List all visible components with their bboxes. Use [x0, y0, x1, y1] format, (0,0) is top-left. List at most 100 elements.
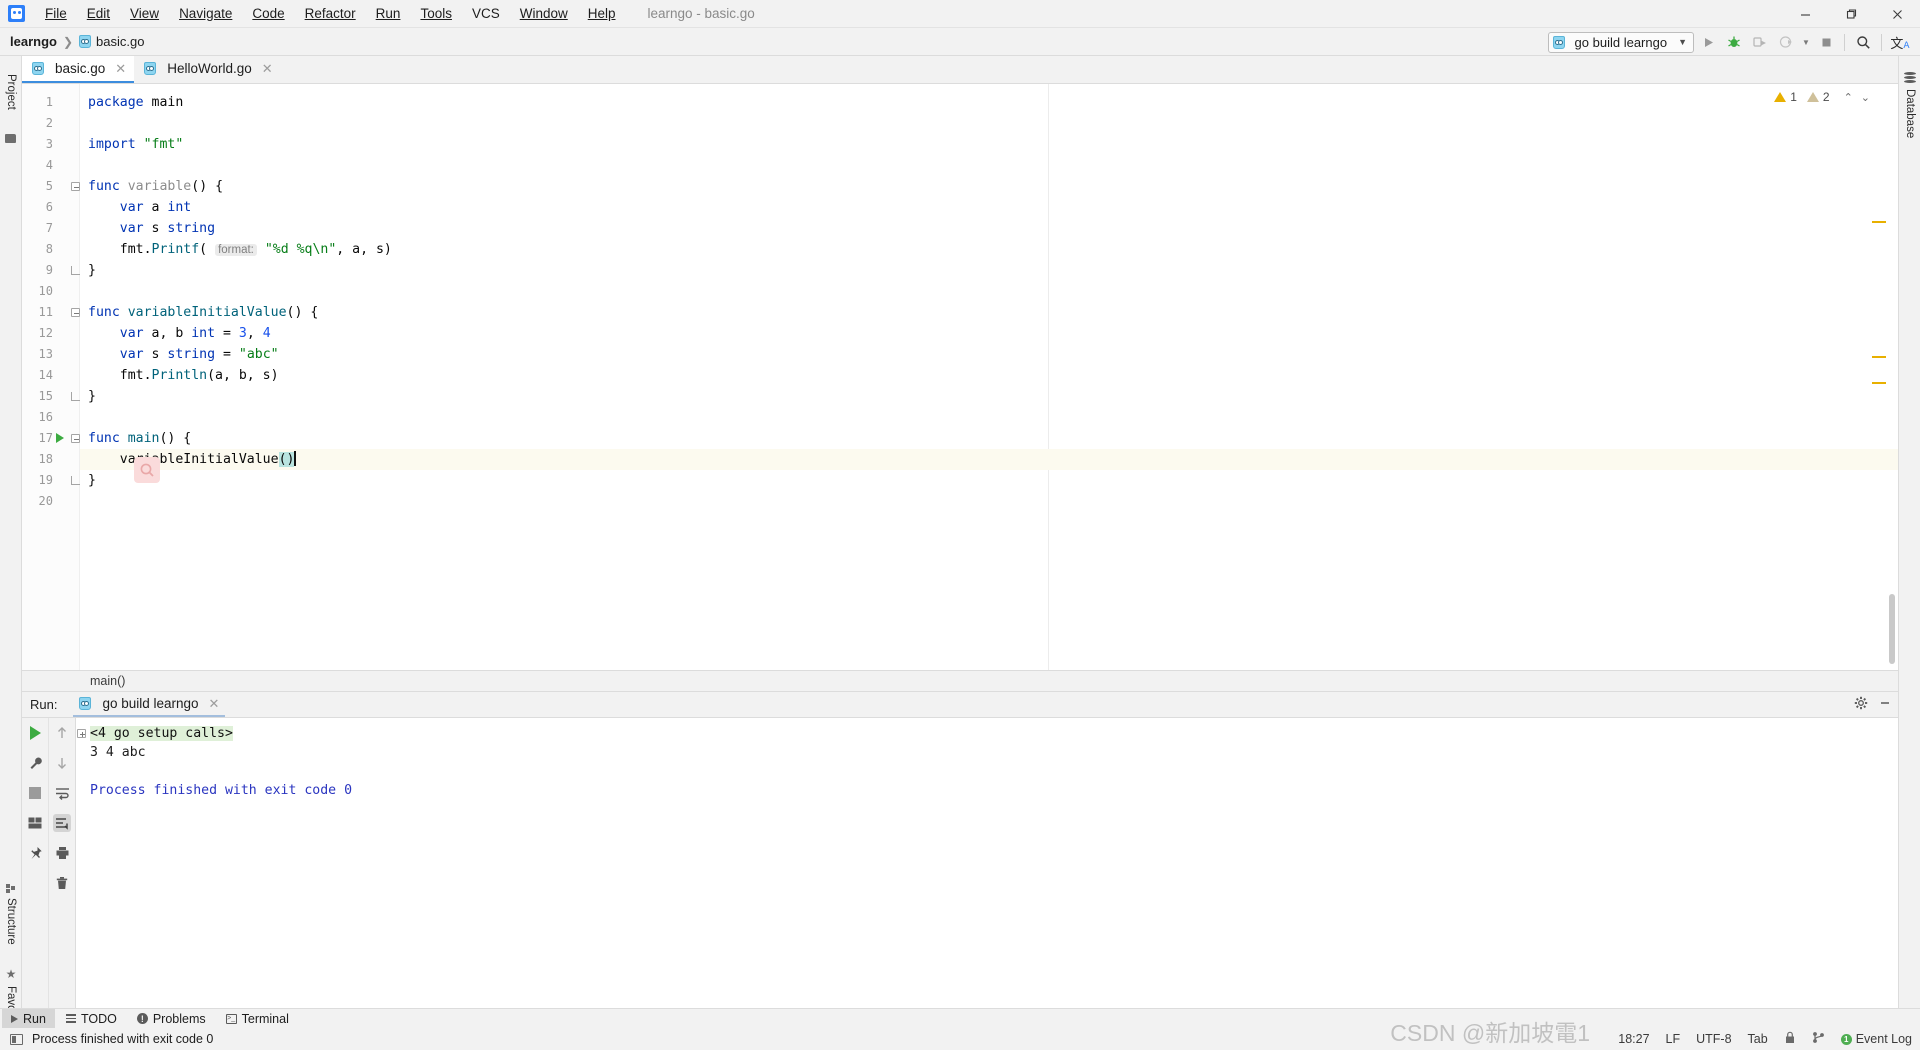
editor-tab-basic-go[interactable]: basic.go ✕: [22, 56, 135, 83]
trash-icon[interactable]: [53, 874, 71, 892]
line-number: 6: [45, 200, 53, 214]
project-icon: [5, 134, 16, 143]
status-indent[interactable]: Tab: [1748, 1032, 1768, 1046]
status-line-separator[interactable]: LF: [1666, 1032, 1681, 1046]
sidebar-item-structure[interactable]: Structure: [0, 876, 22, 952]
wrench-settings-icon[interactable]: [26, 754, 44, 772]
tool-button-terminal[interactable]: >_ Terminal: [217, 1009, 298, 1028]
search-magnifier-icon[interactable]: [134, 457, 160, 483]
console-fold-icon[interactable]: [77, 729, 86, 738]
code-editor[interactable]: 1 2 3 4 5 6 7 8 9 10 11 12 13 14 15 16 17 18 19 20 package …: [22, 84, 1898, 670]
pin-icon[interactable]: [26, 844, 44, 862]
code-token: func: [88, 305, 120, 320]
breadcrumb-file[interactable]: basic.go: [79, 34, 144, 49]
console-text: Process finished with exit code 0: [90, 783, 353, 798]
git-branch-icon[interactable]: [1812, 1031, 1825, 1047]
code-line: func variable() {: [88, 176, 223, 197]
minimize-button[interactable]: [1782, 0, 1828, 28]
event-log-button[interactable]: 1 Event Log: [1840, 1032, 1912, 1046]
sidebar-item-database[interactable]: Database: [1899, 60, 1920, 150]
soft-wrap-icon[interactable]: [53, 784, 71, 802]
close-button[interactable]: [1874, 0, 1920, 28]
chevron-up-icon[interactable]: ⌃: [1842, 91, 1855, 104]
stop-icon[interactable]: [26, 784, 44, 802]
rerun-play-icon[interactable]: [26, 724, 44, 742]
sidebar-item-label: Structure: [5, 897, 17, 945]
arrow-up-icon[interactable]: [53, 724, 71, 742]
scroll-to-end-icon[interactable]: [53, 814, 71, 832]
profile-dropdown-caret[interactable]: ▼: [1800, 30, 1812, 54]
code-token: }: [88, 389, 96, 404]
menu-item-tools[interactable]: Tools: [410, 3, 462, 25]
menu-item-run[interactable]: Run: [366, 3, 411, 25]
menu-item-navigate[interactable]: Navigate: [169, 3, 242, 25]
code-token: 3: [238, 326, 247, 341]
window-controls: [1782, 0, 1920, 28]
arrow-down-icon[interactable]: [53, 754, 71, 772]
run-tab-go-build-learngo[interactable]: go build learngo ✕: [73, 692, 226, 717]
run-panel-label: Run:: [30, 697, 58, 712]
menu-item-code[interactable]: Code: [242, 3, 294, 25]
run-with-coverage-icon[interactable]: [1748, 30, 1772, 54]
gutter-marker[interactable]: [1872, 382, 1886, 384]
menu-item-help[interactable]: Help: [578, 3, 626, 25]
minimize-icon[interactable]: [1878, 696, 1892, 713]
code-token: fmt.: [88, 242, 152, 257]
code-token: variable: [127, 179, 192, 194]
menu-label: Window: [519, 5, 568, 21]
right-margin-guide: [1048, 84, 1049, 670]
go-file-icon: [144, 62, 157, 75]
menu-item-window[interactable]: Window: [510, 3, 578, 25]
stop-button[interactable]: [1814, 30, 1838, 54]
run-button[interactable]: [1696, 30, 1720, 54]
chevron-down-icon[interactable]: ⌄: [1859, 91, 1872, 104]
inspection-widget[interactable]: 1 2 ⌃ ⌄: [1774, 90, 1872, 104]
breadcrumb-project[interactable]: learngo: [10, 34, 57, 49]
gutter-marker[interactable]: [1872, 356, 1886, 358]
database-icon: [1904, 71, 1916, 84]
layout-icon[interactable]: [26, 814, 44, 832]
line-number: 15: [38, 389, 53, 403]
menu-label: Tools: [420, 5, 452, 21]
menu-item-file[interactable]: File: [35, 3, 77, 25]
gear-icon[interactable]: [1854, 696, 1868, 713]
editor-tab-helloworld-go[interactable]: HelloWorld.go ✕: [134, 56, 280, 83]
close-icon[interactable]: ✕: [115, 61, 126, 77]
gutter-run-icon[interactable]: [56, 433, 64, 443]
translate-icon[interactable]: 文A: [1888, 30, 1912, 54]
code-token: "fmt": [143, 137, 184, 152]
tool-button-todo[interactable]: TODO: [57, 1009, 126, 1028]
menu-item-edit[interactable]: Edit: [77, 3, 120, 25]
editor-scrollbar-thumb[interactable]: [1889, 594, 1895, 664]
menu-item-vcs[interactable]: VCS: [462, 3, 510, 25]
run-console-output[interactable]: <4 go setup calls> 3 4 abc Process finishe…: [76, 718, 1898, 1008]
editor-breadcrumb-label[interactable]: main(): [90, 674, 125, 688]
maximize-button[interactable]: [1828, 0, 1874, 28]
tool-button-run[interactable]: Run: [2, 1009, 55, 1028]
editor-code-surface[interactable]: package main import "fmt" func variable() …: [80, 84, 1898, 670]
run-configuration-selector[interactable]: go build learngo ▼: [1547, 31, 1694, 53]
close-icon[interactable]: ✕: [262, 61, 273, 77]
gutter-marker[interactable]: [1872, 221, 1886, 223]
menu-item-refactor[interactable]: Refactor: [295, 3, 366, 25]
debug-bug-icon[interactable]: [1722, 30, 1746, 54]
toggle-toolwindows-icon[interactable]: [10, 1033, 23, 1045]
search-icon[interactable]: [1851, 30, 1875, 54]
go-run-config-icon: [1552, 35, 1565, 49]
close-icon[interactable]: ✕: [209, 696, 220, 712]
breadcrumb-project-label: learngo: [10, 34, 57, 49]
structure-icon: [6, 883, 16, 893]
status-encoding[interactable]: UTF-8: [1696, 1032, 1731, 1046]
sidebar-item-project[interactable]: Project: [0, 56, 22, 128]
profile-icon[interactable]: [1774, 30, 1798, 54]
editor-gutter[interactable]: 1 2 3 4 5 6 7 8 9 10 11 12 13 14 15 16 17 18 19 20: [22, 84, 80, 670]
print-icon[interactable]: [53, 844, 71, 862]
warning-icon: [1774, 92, 1787, 102]
lock-icon[interactable]: [1784, 1031, 1796, 1047]
menu-item-view[interactable]: View: [120, 3, 169, 25]
code-token: 4: [262, 326, 271, 341]
chevron-down-icon: ▼: [1678, 37, 1687, 47]
tool-button-problems[interactable]: ! Problems: [128, 1009, 215, 1028]
